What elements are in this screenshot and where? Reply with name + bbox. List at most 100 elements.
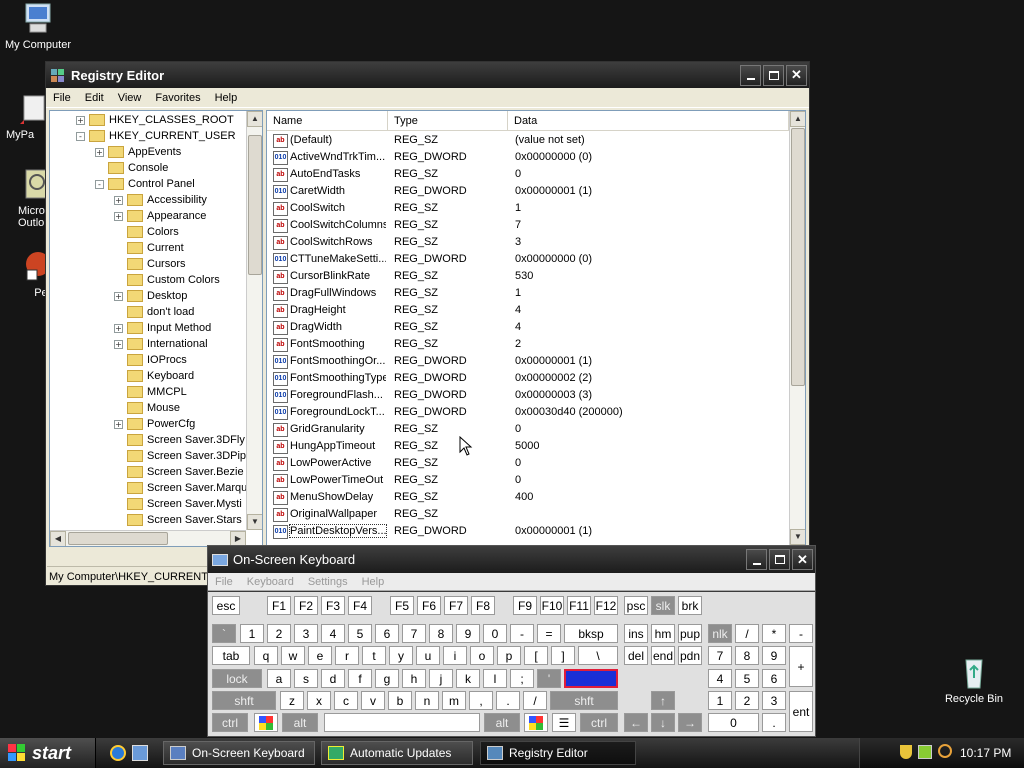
key-h[interactable]: h	[402, 669, 426, 688]
tree-item[interactable]: + AppEvents	[95, 144, 181, 160]
value-row[interactable]: ab DragWidth REG_SZ 4	[267, 319, 789, 336]
expand-icon[interactable]: +	[114, 339, 123, 349]
osk-menu-keyboard[interactable]: Keyboard	[240, 576, 301, 588]
menu-favorites[interactable]: Favorites	[148, 92, 207, 104]
tree-item[interactable]: Cursors	[114, 256, 186, 272]
value-row[interactable]: ab HungAppTimeout REG_SZ 5000	[267, 438, 789, 455]
tree-item[interactable]: Screen Saver.Bezie	[114, 464, 244, 480]
osk-close-button[interactable]: ✕	[792, 549, 813, 570]
key-right-windows[interactable]	[524, 713, 548, 732]
key-right-alt[interactable]: alt	[484, 713, 520, 732]
key-numpad-2[interactable]: 2	[735, 691, 759, 710]
key-d[interactable]: d	[321, 669, 345, 688]
key-left-shift[interactable]: shft	[212, 691, 276, 710]
expand-icon[interactable]: +	[95, 147, 104, 157]
value-row[interactable]: 010 ForegroundFlash... REG_DWORD 0x00000003…	[267, 387, 789, 404]
key-numpad-5[interactable]: 5	[735, 669, 759, 688]
expand-icon[interactable]: +	[114, 291, 123, 301]
key-comma[interactable]: ,	[469, 691, 493, 710]
key-left-windows[interactable]	[254, 713, 278, 732]
tree-item[interactable]: Keyboard	[114, 368, 194, 384]
tree-item[interactable]: - Control Panel	[95, 176, 195, 192]
scroll-down-arrow[interactable]: ▼	[247, 514, 262, 530]
tree-item[interactable]: + Accessibility	[114, 192, 207, 208]
tree-item[interactable]: + PowerCfg	[114, 416, 195, 432]
tree-item[interactable]: MMCPL	[114, 384, 187, 400]
value-row[interactable]: ab MenuShowDelay REG_SZ 400	[267, 489, 789, 506]
key-right-bracket[interactable]: ]	[551, 646, 575, 665]
key-f[interactable]: f	[348, 669, 372, 688]
key-brk[interactable]: brk	[678, 596, 702, 615]
value-row[interactable]: ab CoolSwitchRows REG_SZ 3	[267, 234, 789, 251]
key-c[interactable]: c	[334, 691, 358, 710]
registry-editor-titlebar[interactable]: Registry Editor ✕	[46, 62, 809, 88]
key-numpad-7[interactable]: 7	[708, 646, 732, 665]
key-l[interactable]: l	[483, 669, 507, 688]
search-icon[interactable]	[938, 744, 952, 758]
key-8[interactable]: 8	[429, 624, 453, 643]
value-row[interactable]: 010 ForegroundLockT... REG_DWORD 0x00030d40…	[267, 404, 789, 421]
key-numpad-minus[interactable]: -	[789, 624, 813, 643]
value-row[interactable]: 010 CaretWidth REG_DWORD 0x00000001 (1)	[267, 183, 789, 200]
key-quote[interactable]: '	[537, 669, 561, 688]
value-row[interactable]: ab (Default) REG_SZ (value not set)	[267, 132, 789, 149]
key-f2[interactable]: F2	[294, 596, 318, 615]
key-u[interactable]: u	[416, 646, 440, 665]
key-numpad-4[interactable]: 4	[708, 669, 732, 688]
values-vertical-scrollbar[interactable]: ▲ ▼	[789, 111, 805, 546]
key-f11[interactable]: F11	[567, 596, 591, 615]
key-f8[interactable]: F8	[471, 596, 495, 615]
key-left-ctrl[interactable]: ctrl	[212, 713, 248, 732]
key-f9[interactable]: F9	[513, 596, 537, 615]
key-arrow-down[interactable]: ↓	[651, 713, 675, 732]
key-y[interactable]: y	[389, 646, 413, 665]
key-v[interactable]: v	[361, 691, 385, 710]
scroll-thumb[interactable]	[791, 128, 805, 386]
key-z[interactable]: z	[280, 691, 304, 710]
close-button[interactable]: ✕	[786, 64, 807, 86]
key-n[interactable]: n	[415, 691, 439, 710]
value-row[interactable]: 010 CTTuneMakeSetti... REG_DWORD 0x00000000…	[267, 251, 789, 268]
key-minus[interactable]: -	[510, 624, 534, 643]
key-esc[interactable]: esc	[212, 596, 240, 615]
value-row[interactable]: ab DragFullWindows REG_SZ 1	[267, 285, 789, 302]
expand-icon[interactable]: +	[114, 323, 123, 333]
minimize-button[interactable]	[740, 64, 761, 86]
start-button[interactable]: start	[0, 738, 96, 768]
value-row[interactable]: 010 FontSmoothingType REG_DWORD 0x00000002 …	[267, 370, 789, 387]
key-left-bracket[interactable]: [	[524, 646, 548, 665]
key-numpad-1[interactable]: 1	[708, 691, 732, 710]
task-automatic-updates[interactable]: Automatic Updates	[321, 741, 473, 765]
column-header-name[interactable]: Name	[267, 111, 388, 131]
collapse-icon[interactable]: -	[76, 131, 85, 141]
key-x[interactable]: x	[307, 691, 331, 710]
key-numpad-0[interactable]: 0	[708, 713, 759, 732]
value-row[interactable]: ab AutoEndTasks REG_SZ 0	[267, 166, 789, 183]
key-backslash[interactable]: \	[578, 646, 618, 665]
value-row[interactable]: 010 PaintDesktopVers... REG_DWORD 0x0000000…	[267, 523, 789, 540]
tree-item[interactable]: Screen Saver.3DFly	[114, 432, 245, 448]
network-icon[interactable]	[918, 745, 932, 759]
value-row[interactable]: ab FontSmoothing REG_SZ 2	[267, 336, 789, 353]
value-row[interactable]: ab DragHeight REG_SZ 4	[267, 302, 789, 319]
scroll-up-arrow[interactable]: ▲	[247, 111, 262, 127]
security-shield-icon[interactable]	[900, 745, 912, 759]
key-i[interactable]: i	[443, 646, 467, 665]
key-k[interactable]: k	[456, 669, 480, 688]
osk-minimize-button[interactable]	[746, 549, 767, 570]
key-psc[interactable]: psc	[624, 596, 648, 615]
menu-view[interactable]: View	[111, 92, 149, 104]
menu-help[interactable]: Help	[208, 92, 245, 104]
tree-item[interactable]: Colors	[114, 224, 179, 240]
key-a[interactable]: a	[267, 669, 291, 688]
tree-item[interactable]: don't load	[114, 304, 194, 320]
collapse-icon[interactable]: -	[95, 179, 104, 189]
value-row[interactable]: ab OriginalWallpaper REG_SZ	[267, 506, 789, 523]
key-3[interactable]: 3	[294, 624, 318, 643]
key-5[interactable]: 5	[348, 624, 372, 643]
scroll-up-arrow[interactable]: ▲	[790, 111, 805, 127]
key-f6[interactable]: F6	[417, 596, 441, 615]
desktop-icon-recycle-bin[interactable]: Recycle Bin	[934, 656, 1014, 705]
key-end[interactable]: end	[651, 646, 675, 665]
tree-item[interactable]: Screen Saver.3DPip	[114, 448, 246, 464]
